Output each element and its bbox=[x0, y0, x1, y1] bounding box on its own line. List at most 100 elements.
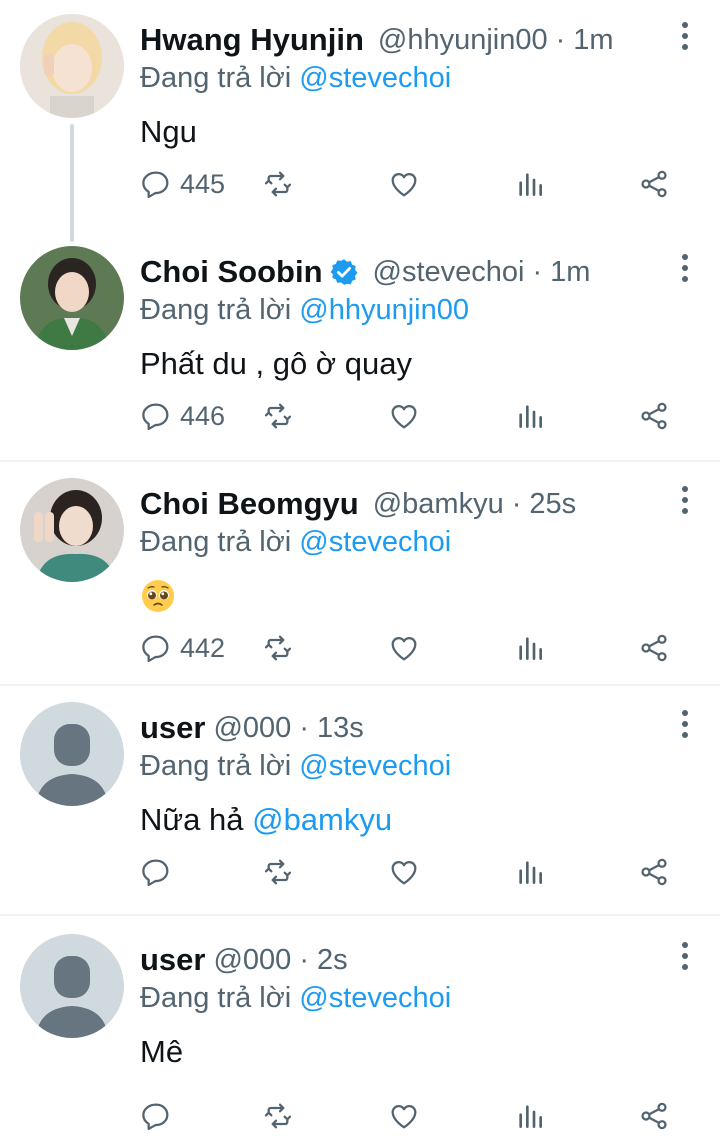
action-bar bbox=[140, 1096, 680, 1136]
author-name[interactable]: user bbox=[140, 710, 205, 746]
tweet[interactable]: Hwang Hyunjin @hhyunjin00 · 1m Đang trả … bbox=[0, 0, 720, 232]
tweet[interactable]: Choi Soobin @stevechoi · 1m Đang trả lời… bbox=[0, 232, 720, 460]
share-icon bbox=[641, 402, 667, 430]
author-handle[interactable]: @000 bbox=[213, 712, 291, 745]
timestamp[interactable]: 2s bbox=[317, 944, 348, 977]
retweet-button[interactable] bbox=[262, 852, 294, 892]
tweet-text-plain: Nữa hả bbox=[140, 802, 253, 837]
replying-to-mention[interactable]: @stevechoi bbox=[299, 62, 451, 94]
like-button[interactable] bbox=[388, 852, 420, 892]
separator-dot: · bbox=[532, 255, 543, 288]
retweet-button[interactable] bbox=[262, 1096, 294, 1136]
more-icon[interactable] bbox=[680, 942, 690, 972]
replying-to-mention[interactable]: @hhyunjin00 bbox=[299, 294, 469, 326]
reply-button[interactable]: 445 bbox=[140, 164, 225, 204]
replying-to-mention[interactable]: @stevechoi bbox=[299, 526, 451, 558]
analytics-button[interactable] bbox=[514, 164, 546, 204]
tweet[interactable]: Choi Beomgyu @bamkyu · 25s Đang trả lời … bbox=[0, 464, 720, 684]
reply-icon bbox=[142, 859, 169, 887]
tweet-text-mention[interactable]: @bamkyu bbox=[252, 802, 392, 837]
avatar[interactable] bbox=[20, 14, 124, 118]
more-icon[interactable] bbox=[680, 254, 690, 284]
replying-to-label: Đang trả lời bbox=[140, 294, 292, 326]
like-icon bbox=[391, 637, 417, 661]
share-button[interactable] bbox=[638, 396, 670, 436]
replying-to-label: Đang trả lời bbox=[140, 750, 292, 782]
analytics-icon bbox=[519, 405, 542, 428]
share-button[interactable] bbox=[638, 628, 670, 668]
avatar[interactable] bbox=[20, 478, 124, 582]
share-icon bbox=[641, 634, 667, 662]
analytics-icon bbox=[519, 173, 542, 196]
timestamp[interactable]: 13s bbox=[317, 712, 364, 745]
more-icon[interactable] bbox=[680, 710, 690, 740]
reply-count: 446 bbox=[180, 400, 226, 431]
like-button[interactable] bbox=[388, 164, 420, 204]
like-icon bbox=[391, 173, 417, 197]
reply-button[interactable]: 442 bbox=[140, 628, 225, 668]
author-handle[interactable]: @000 bbox=[213, 944, 291, 977]
retweet-icon bbox=[264, 1103, 292, 1129]
separator-dot: · bbox=[299, 943, 309, 976]
like-button[interactable] bbox=[388, 628, 420, 668]
analytics-button[interactable] bbox=[514, 628, 546, 668]
reply-icon bbox=[142, 1103, 169, 1131]
action-bar: 446 bbox=[140, 396, 680, 436]
default-avatar[interactable] bbox=[20, 702, 124, 806]
like-icon bbox=[391, 1105, 417, 1129]
author-handle[interactable]: @stevechoi bbox=[373, 256, 525, 289]
more-icon[interactable] bbox=[680, 486, 690, 516]
replying-to-label: Đang trả lời bbox=[140, 526, 292, 558]
divider bbox=[0, 684, 720, 686]
like-icon bbox=[391, 405, 417, 429]
reply-button[interactable] bbox=[140, 1096, 172, 1136]
author-name[interactable]: Choi Beomgyu bbox=[140, 486, 359, 522]
author-name[interactable]: Hwang Hyunjin bbox=[140, 22, 364, 58]
timestamp[interactable]: 1m bbox=[550, 256, 590, 289]
tweet[interactable]: user @000 · 13s Đang trả lời @stevechoi … bbox=[0, 688, 720, 914]
replying-to-label: Đang trả lời bbox=[140, 982, 292, 1014]
tweet-text: Phất du , gô ờ quay bbox=[140, 346, 412, 381]
analytics-button[interactable] bbox=[514, 1096, 546, 1136]
retweet-button[interactable] bbox=[262, 164, 294, 204]
separator-dot: · bbox=[299, 711, 309, 744]
reply-button[interactable] bbox=[140, 852, 172, 892]
author-handle[interactable]: @bamkyu bbox=[373, 488, 504, 521]
author-handle[interactable]: @hhyunjin00 bbox=[378, 24, 548, 57]
avatar[interactable] bbox=[20, 246, 124, 350]
share-button[interactable] bbox=[638, 852, 670, 892]
like-button[interactable] bbox=[388, 1096, 420, 1136]
retweet-icon bbox=[264, 859, 292, 885]
analytics-button[interactable] bbox=[514, 396, 546, 436]
reply-icon bbox=[142, 403, 169, 431]
retweet-icon bbox=[264, 635, 292, 661]
retweet-button[interactable] bbox=[262, 396, 294, 436]
analytics-icon bbox=[519, 861, 542, 884]
more-icon[interactable] bbox=[680, 22, 690, 52]
share-button[interactable] bbox=[638, 1096, 670, 1136]
like-button[interactable] bbox=[388, 396, 420, 436]
tweet-text: Ngu bbox=[140, 114, 197, 149]
analytics-button[interactable] bbox=[514, 852, 546, 892]
replying-to-mention[interactable]: @stevechoi bbox=[299, 750, 451, 782]
reply-button[interactable]: 446 bbox=[140, 396, 225, 436]
retweet-button[interactable] bbox=[262, 628, 294, 668]
share-button[interactable] bbox=[638, 164, 670, 204]
default-avatar[interactable] bbox=[20, 934, 124, 1038]
tweet-text: Mê bbox=[140, 1034, 184, 1069]
pleading-face-emoji-icon bbox=[142, 580, 174, 612]
tweet[interactable]: user @000 · 2s Đang trả lời @stevechoi M… bbox=[0, 920, 720, 1139]
replying-to-mention[interactable]: @stevechoi bbox=[299, 982, 451, 1014]
tweet-text: Nữa hả @bamkyu bbox=[140, 802, 392, 838]
author-name[interactable]: user bbox=[140, 942, 205, 978]
action-bar bbox=[140, 852, 680, 892]
share-icon bbox=[641, 170, 667, 198]
replying-to-label: Đang trả lời bbox=[140, 62, 292, 94]
timestamp[interactable]: 25s bbox=[529, 488, 576, 521]
timestamp[interactable]: 1m bbox=[573, 24, 613, 57]
reply-icon bbox=[142, 635, 169, 663]
divider bbox=[0, 460, 720, 462]
reply-count: 442 bbox=[180, 632, 226, 663]
separator-dot: · bbox=[511, 487, 522, 520]
author-name[interactable]: Choi Soobin bbox=[140, 254, 323, 290]
